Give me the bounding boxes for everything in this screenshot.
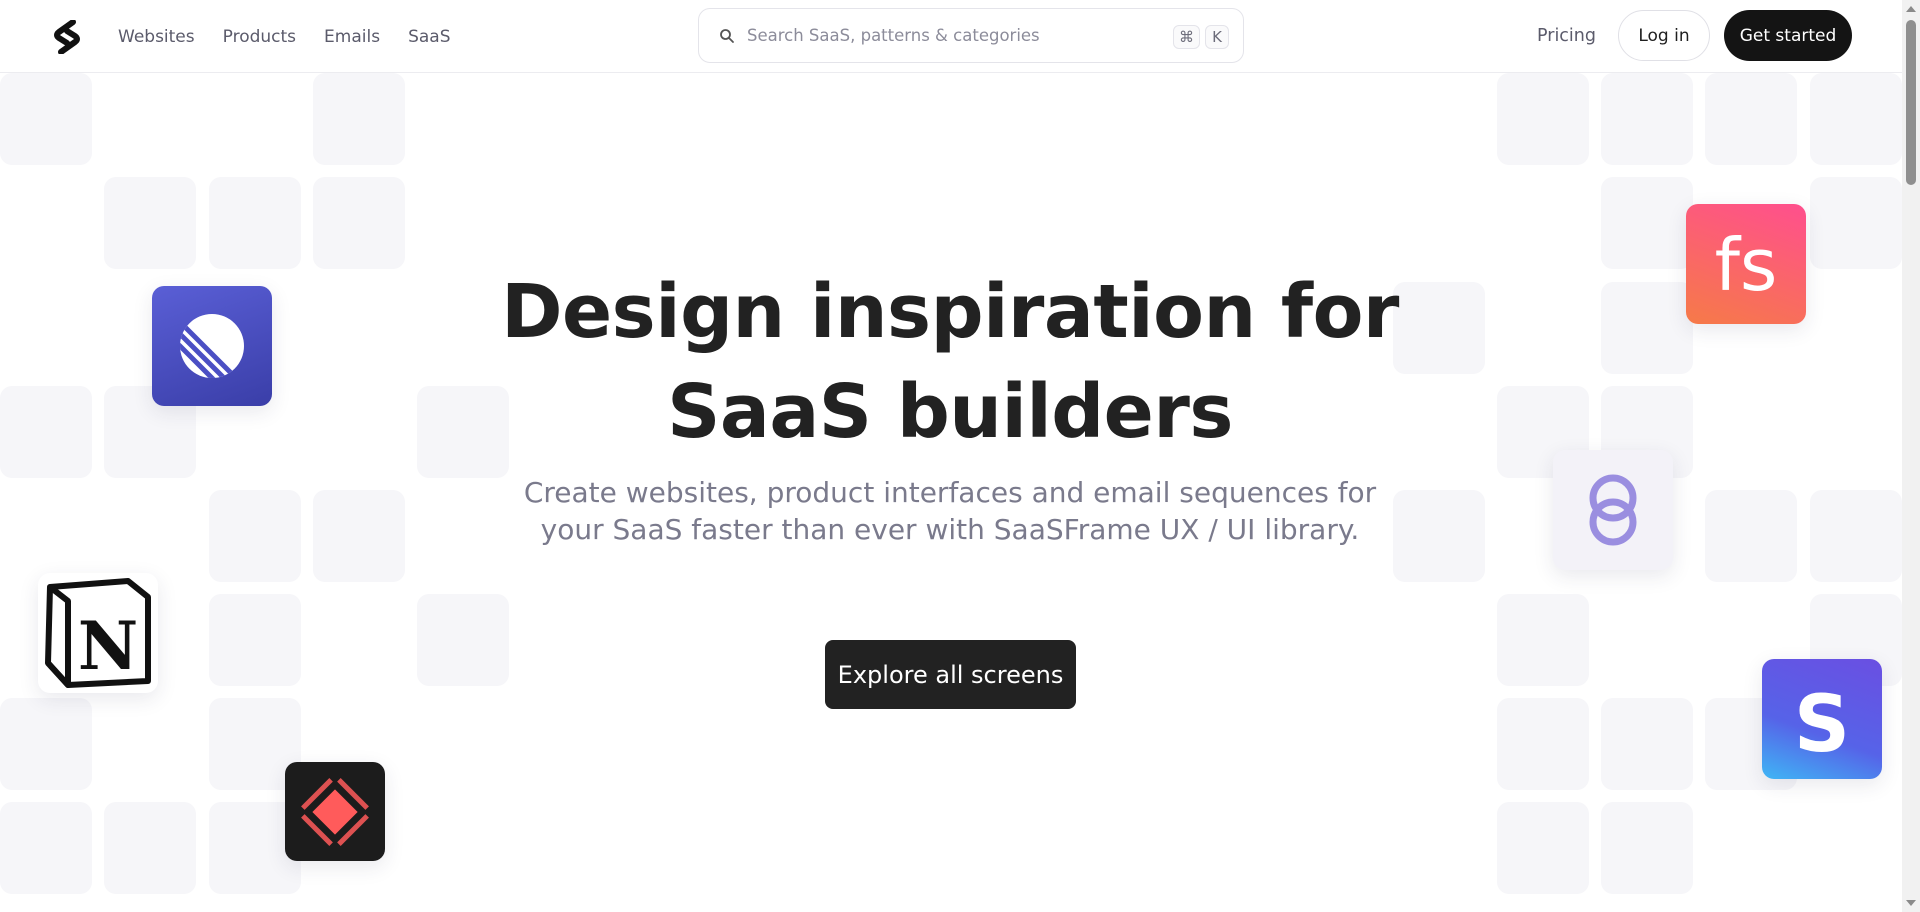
scroll-up-arrow-icon[interactable] [1906,6,1916,12]
hero-title: Design inspiration for SaaS builders [440,262,1460,462]
pricing-link[interactable]: Pricing [1537,26,1596,46]
nav-saas[interactable]: SaaS [408,27,450,47]
top-navbar: Websites Products Emails SaaS ⌘ K Pricin… [0,0,1902,73]
saasframe-logo-icon[interactable] [54,20,80,54]
bg-tile [104,177,196,269]
stripe-letter: S [1794,680,1850,770]
bg-tile [1601,177,1693,269]
bg-tile [1705,73,1797,165]
notion-letter: N [78,607,138,685]
explore-all-screens-button[interactable]: Explore all screens [825,640,1076,709]
scroll-down-arrow-icon[interactable] [1906,900,1916,906]
search-input[interactable] [747,26,1147,45]
main-nav: Websites Products Emails SaaS [118,0,450,73]
fs-app-icon: fs [1686,204,1806,324]
get-started-button[interactable]: Get started [1724,10,1852,61]
login-button[interactable]: Log in [1618,10,1710,61]
linear-app-icon [152,286,272,406]
raycast-app-icon [285,762,385,861]
bg-tile [1601,802,1693,894]
bg-tile [1810,73,1902,165]
nav-products[interactable]: Products [223,27,296,47]
nav-emails[interactable]: Emails [324,27,380,47]
hero-title-line-1: Design inspiration for [501,269,1399,355]
stripe-app-icon: S [1762,659,1882,779]
bg-tile [0,698,92,790]
bg-tile [104,802,196,894]
bg-tile [1601,282,1693,374]
bg-tile [0,73,92,165]
search-icon [720,28,734,43]
bg-tile [1393,490,1485,582]
bg-tile [1497,802,1589,894]
rings-app-icon [1553,450,1673,570]
hero-subtitle: Create websites, product interfaces and … [523,476,1377,546]
shortcut-k-key: K [1205,25,1229,49]
search-box[interactable]: ⌘ K [698,8,1244,63]
notion-app-icon: N [38,573,158,693]
bg-tile [313,177,405,269]
hero-title-line-2: SaaS builders [667,369,1233,455]
shortcut-command-key: ⌘ [1173,25,1200,49]
scrollbar-thumb[interactable] [1906,20,1916,185]
bg-tile [417,594,509,686]
bg-tile [313,490,405,582]
bg-tile [1601,698,1693,790]
bg-tile [209,490,301,582]
bg-tile [1497,594,1589,686]
page-scrollbar[interactable] [1902,0,1920,912]
nav-websites[interactable]: Websites [118,27,195,47]
bg-tile [1810,177,1902,269]
bg-tile [1810,490,1902,582]
bg-tile [209,177,301,269]
bg-tile [209,594,301,686]
bg-tile [1497,698,1589,790]
bg-tile [1705,490,1797,582]
bg-tile [0,802,92,894]
bg-tile [1601,73,1693,165]
bg-tile [313,73,405,165]
bg-tile [1497,73,1589,165]
fs-logo-text: fs [1715,223,1778,307]
bg-tile [0,386,92,478]
